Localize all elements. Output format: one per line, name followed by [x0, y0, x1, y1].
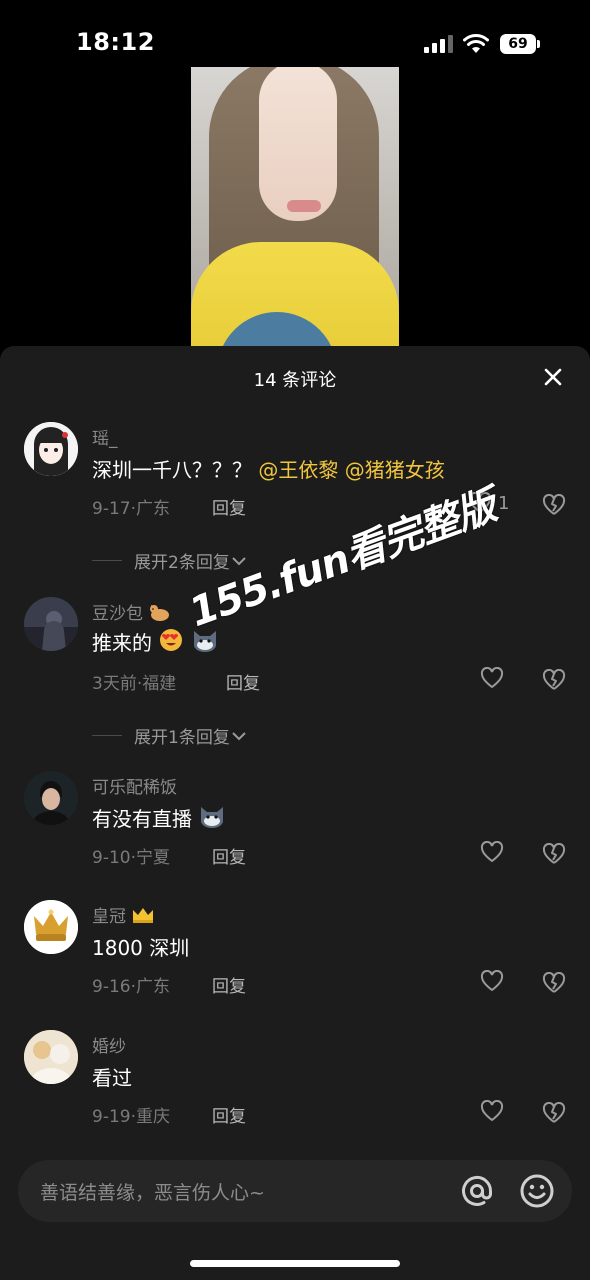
expand-replies-button[interactable]: 展开1条回复: [92, 723, 248, 748]
like-button[interactable]: [480, 841, 504, 863]
comment-text: 1800 深圳: [92, 936, 190, 960]
heart-eyes-emoji-icon: [160, 629, 183, 651]
sheet-header: 14 条评论: [0, 346, 590, 406]
reply-button[interactable]: 回复: [212, 843, 246, 868]
comment-meta: 9-16·广东: [92, 972, 170, 997]
home-indicator[interactable]: [190, 1260, 400, 1267]
battery-level: 69: [500, 34, 536, 54]
comment-date: 9-10: [92, 848, 131, 868]
broken-heart-icon[interactable]: [542, 1102, 566, 1124]
avatar[interactable]: [24, 597, 78, 651]
comment-text: 看过: [92, 1066, 132, 1090]
heart-icon: [480, 970, 504, 992]
comment-meta: 3天前·福建: [92, 669, 176, 694]
comment-item: 皇冠 1800 深圳 9-16·广东 回复: [0, 900, 590, 1010]
comment-text-main: 深圳一千八？？？: [92, 458, 252, 482]
video-thumbnail[interactable]: [191, 67, 399, 347]
emoji-icon[interactable]: [518, 1172, 556, 1210]
like-button[interactable]: [480, 970, 504, 992]
heart-icon: [480, 841, 504, 863]
comment-username[interactable]: 可乐配稀饭: [92, 773, 177, 798]
comment-text: 有没有直播: [92, 803, 226, 832]
comment-meta: 9-19·重庆: [92, 1102, 170, 1127]
battery-icon: 69: [500, 34, 540, 54]
broken-heart-icon[interactable]: [542, 494, 566, 516]
cat-emoji-icon: [201, 807, 224, 828]
broken-heart-icon[interactable]: [542, 669, 566, 691]
comment-date: 9-19: [92, 1107, 131, 1127]
comment-location: 福建: [142, 674, 177, 694]
broken-heart-icon[interactable]: [542, 843, 566, 865]
reply-button[interactable]: 回复: [226, 669, 260, 694]
comment-location: 广东: [136, 499, 170, 519]
comment-location: 重庆: [136, 1107, 170, 1127]
close-icon[interactable]: [540, 364, 566, 390]
comment-count-title: 14 条评论: [253, 370, 337, 391]
broken-heart-icon[interactable]: [542, 972, 566, 994]
comment-meta: 9-10·宁夏: [92, 843, 170, 868]
comment-text: 深圳一千八？？？ @王依黎 @猪猪女孩: [92, 454, 445, 483]
comment-username[interactable]: 瑶_: [92, 424, 118, 449]
cat-emoji-icon: [150, 605, 170, 621]
at-mention-icon[interactable]: [458, 1172, 496, 1210]
reply-button[interactable]: 回复: [212, 972, 246, 997]
expand-replies-label: 展开1条回复: [134, 728, 230, 748]
comment-username[interactable]: 婚纱: [92, 1032, 126, 1057]
comment-item: 豆沙包 推来的 3天前·福建 回复 展开1条回复: [0, 597, 590, 757]
heart-icon: [480, 1100, 504, 1122]
comment-meta: 9-17·广东: [92, 494, 170, 519]
signal-icon: [424, 35, 453, 53]
comment-item: 婚纱 看过 9-19·重庆 回复: [0, 1030, 590, 1140]
crown-emoji-icon: [133, 908, 154, 923]
mention-link[interactable]: @王依黎: [258, 458, 338, 482]
wifi-icon: [463, 34, 489, 53]
reply-button[interactable]: 回复: [212, 1102, 246, 1127]
avatar[interactable]: [24, 1030, 78, 1084]
expand-replies-label: 展开2条回复: [134, 553, 230, 573]
heart-icon: [480, 667, 504, 689]
comment-text-main: 推来的: [92, 631, 152, 655]
like-count: 1: [498, 492, 510, 514]
comment-sheet: 14 条评论 瑶_ 深圳一千八？？？ @王依黎 @猪猪女孩 9-17·广东 回复: [0, 346, 590, 1280]
comment-location: 宁夏: [136, 848, 170, 868]
comment-username-text: 豆沙包: [92, 604, 143, 624]
chevron-down-icon: [232, 731, 246, 740]
comment-username[interactable]: 豆沙包: [92, 599, 170, 624]
comment-username-text: 皇冠: [92, 907, 126, 927]
comment-date: 3天前: [92, 674, 137, 694]
comment-location: 广东: [136, 977, 170, 997]
like-button[interactable]: [480, 1100, 504, 1122]
comment-text-main: 有没有直播: [92, 807, 192, 831]
avatar[interactable]: [24, 771, 78, 825]
comment-input-placeholder[interactable]: 善语结善缘，恶言伤人心~: [40, 1178, 265, 1205]
comment-username[interactable]: 皇冠: [92, 902, 155, 927]
comment-date: 9-17: [92, 499, 131, 519]
mention-link[interactable]: @猪猪女孩: [345, 458, 445, 482]
comment-input-bar[interactable]: 善语结善缘，恶言伤人心~: [18, 1160, 572, 1222]
comment-item: 可乐配稀饭 有没有直播 9-10·宁夏 回复: [0, 771, 590, 881]
avatar[interactable]: [24, 422, 78, 476]
like-button[interactable]: [480, 667, 504, 689]
comment-date: 9-16: [92, 977, 131, 997]
avatar[interactable]: [24, 900, 78, 954]
status-time: 18:12: [76, 28, 155, 56]
reply-button[interactable]: 回复: [212, 494, 246, 519]
